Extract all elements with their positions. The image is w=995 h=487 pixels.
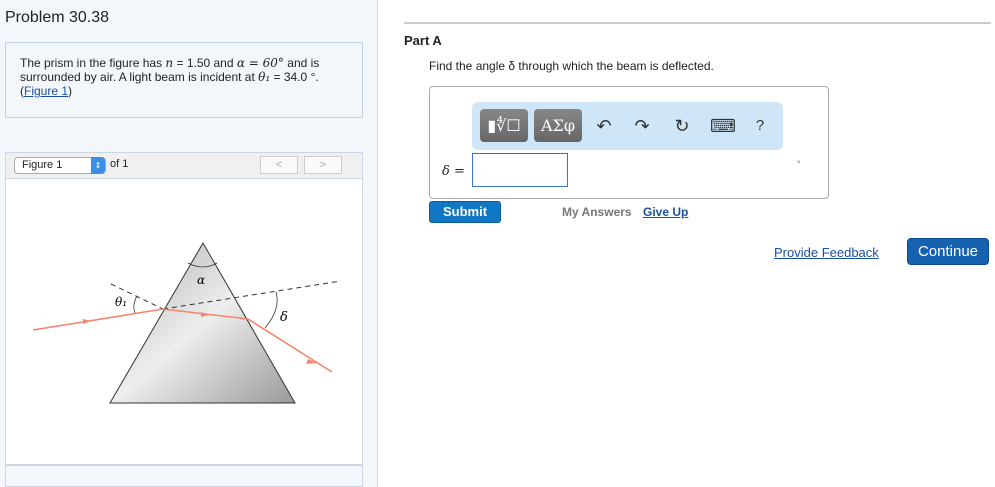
figure-nav-bar: Figure 1 ⇕ of 1 < > [5,152,363,178]
unit-label: ° [797,159,801,169]
help-icon[interactable]: ? [750,117,770,134]
greek-symbols-button[interactable]: ΑΣφ [534,109,582,142]
alpha-value: α = 60° [236,56,284,70]
divider [404,22,991,24]
text: ) [68,84,73,98]
figure-footer [5,465,363,487]
submit-button[interactable]: Submit [429,201,501,223]
answer-input[interactable] [472,153,568,187]
theta-symbol: θ₁ [258,70,271,84]
templates-button[interactable]: ▮∜☐ [480,109,528,142]
left-panel: Problem 30.38 The prism in the figure ha… [0,0,378,487]
theta-label: θ₁ [115,295,127,309]
give-up-link[interactable]: Give Up [643,205,688,219]
figure-image: α θ₁ δ [5,178,363,465]
keyboard-icon[interactable]: ⌨ [710,116,736,137]
text: The prism in the figure has [20,56,166,70]
problem-statement: The prism in the figure has n = 1.50 and… [5,42,363,118]
answer-box: ▮∜☐ ΑΣφ ↶ ↷ ↻ ⌨ ? δ = ° [429,86,829,199]
prev-figure-button[interactable]: < [260,156,298,174]
text: = 1.50 and [173,56,237,70]
next-figure-button[interactable]: > [304,156,342,174]
alpha-label: α [197,273,205,287]
continue-button[interactable]: Continue [907,238,989,265]
undo-icon[interactable]: ↶ [594,116,614,137]
figure-select[interactable]: Figure 1 ⇕ [14,157,106,174]
delta-arc [264,291,278,329]
math-toolbar: ▮∜☐ ΑΣφ ↶ ↷ ↻ ⌨ ? [472,102,783,150]
chevron-updown-icon: ⇕ [91,157,105,174]
figure-select-value: Figure 1 [22,159,63,171]
question-text: Find the angle δ through which the beam … [429,59,714,73]
provide-feedback-link[interactable]: Provide Feedback [774,245,879,260]
part-heading: Part A [404,33,442,48]
redo-icon[interactable]: ↷ [632,116,652,137]
delta-label: δ [280,310,288,325]
theta-arc [133,295,138,314]
n-symbol: n [165,56,174,70]
my-answers-link[interactable]: My Answers [562,205,632,219]
problem-title: Problem 30.38 [5,9,110,26]
answer-label: δ = [442,164,465,179]
figure-link[interactable]: Figure 1 [24,84,68,98]
prism-diagram: α θ₁ δ [32,242,342,404]
reset-icon[interactable]: ↻ [672,116,692,137]
figure-count: of 1 [110,158,129,170]
